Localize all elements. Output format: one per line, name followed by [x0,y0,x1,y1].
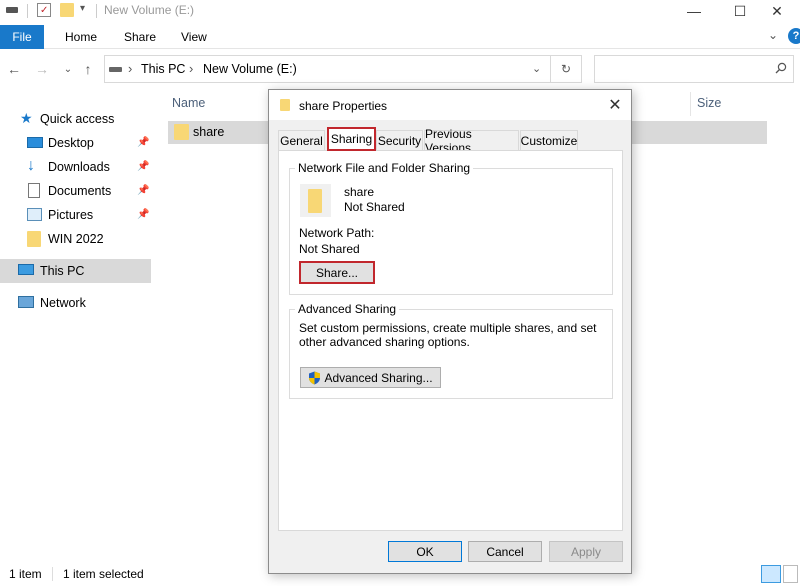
nav-label: Pictures [48,208,94,222]
folder-icon [27,231,41,247]
properties-icon[interactable]: ✓ [37,3,51,17]
downloads-icon: ↓ [27,157,35,174]
tab-view[interactable]: View [175,25,213,49]
refresh-icon[interactable]: ↻ [551,55,582,83]
column-header-name[interactable]: Name [172,96,205,110]
nav-quick-access[interactable]: ★ Quick access [0,107,151,131]
apply-button[interactable]: Apply [549,541,623,562]
nav-item-desktop[interactable]: Desktop 📌 [0,131,151,155]
nav-network[interactable]: Network [0,291,151,315]
pictures-icon [27,208,42,221]
nav-label: This PC [40,264,85,278]
address-dropdown-icon[interactable]: ⌄ [532,62,541,75]
qat-dropdown-icon[interactable]: ▾ [80,3,85,14]
sharing-tab-panel: Network File and Folder Sharing share No… [278,150,623,531]
ribbon-expand-icon[interactable]: ⌄ [768,28,778,42]
nav-item-pictures[interactable]: Pictures 📌 [0,203,151,227]
advanced-sharing-button[interactable]: Advanced Sharing... [300,367,441,388]
details-view-icon[interactable] [761,565,781,583]
ok-button[interactable]: OK [388,541,462,562]
nav-label: Desktop [48,136,94,150]
dialog-close-button[interactable]: ✕ [603,94,627,116]
network-icon [18,296,34,308]
advanced-sharing-description: Set custom permissions, create multiple … [299,321,597,349]
up-arrow-icon[interactable]: ↑ [78,58,98,80]
tab-sharing[interactable]: Sharing [327,127,376,151]
uac-shield-icon [308,371,321,385]
status-item-count: 1 item [9,567,42,581]
nav-item-win-2022[interactable]: WIN 2022 [0,227,151,251]
qat-separator [27,4,28,18]
advanced-sharing-button-label: Advanced Sharing... [324,370,433,385]
new-folder-icon[interactable] [60,3,74,17]
recent-locations-icon[interactable]: ⌄ [58,58,78,80]
tab-customize[interactable]: Customize [520,130,578,150]
nav-item-documents[interactable]: Documents 📌 [0,179,151,203]
drive-icon [109,67,122,72]
tab-security[interactable]: Security [376,130,423,150]
share-button[interactable]: Share... [299,261,375,284]
close-button[interactable]: ✕ [754,0,800,22]
nav-label: Network [40,296,86,310]
folder-share-status: Not Shared [344,200,405,214]
breadcrumb-new-volume[interactable]: New Volume (E:) [203,62,297,76]
tab-share[interactable]: Share [118,25,162,49]
large-icons-view-icon[interactable] [783,565,798,583]
advanced-sharing-group-label: Advanced Sharing [295,302,400,316]
pin-icon: 📌 [137,185,150,196]
network-path-value: Not Shared [299,242,360,256]
pin-icon: 📌 [137,209,150,220]
nav-this-pc[interactable]: This PC [0,259,151,283]
nav-label: Documents [48,184,112,198]
folder-icon [280,99,290,111]
tab-general[interactable]: General [278,130,325,150]
nav-label: Downloads [48,160,110,174]
pin-icon: 📌 [137,161,150,172]
pin-icon: 📌 [137,137,150,148]
column-divider[interactable] [690,92,691,116]
nav-label: Quick access [40,112,115,126]
search-input[interactable] [594,55,794,83]
nav-label: WIN 2022 [48,232,104,246]
desktop-icon [27,137,43,148]
tab-previous-versions[interactable]: Previous Versions [424,127,519,155]
tab-home[interactable]: Home [59,25,103,49]
nav-item-downloads[interactable]: ↓ Downloads 📌 [0,155,151,179]
folder-name: share [344,185,375,199]
folder-icon [174,124,189,140]
column-header-size[interactable]: Size [697,96,721,110]
minimize-button[interactable]: — [671,0,717,22]
network-sharing-group-label: Network File and Folder Sharing [295,161,474,175]
address-bar[interactable]: › This PC › New Volume (E:) ⌄ [104,55,551,83]
search-icon [775,62,787,77]
properties-dialog: share Properties ✕ General Security Prev… [268,89,632,574]
drive-icon [6,7,18,13]
forward-arrow-icon[interactable]: → [32,58,52,80]
help-icon[interactable]: ? [788,28,800,44]
breadcrumb-separator: › [189,61,194,76]
star-icon: ★ [20,110,33,126]
network-path-label: Network Path: [299,226,375,240]
documents-icon [28,183,40,198]
computer-icon [18,264,34,275]
back-arrow-icon[interactable]: ← [4,58,24,80]
breadcrumb-this-pc[interactable]: This PC [141,62,185,76]
window-title: New Volume (E:) [104,3,195,17]
status-divider [52,567,53,581]
qat-separator-2 [96,4,97,18]
file-name: share [193,125,225,139]
breadcrumb-separator: › [128,61,133,76]
status-selected: 1 item selected [63,567,144,581]
cancel-button[interactable]: Cancel [468,541,542,562]
dialog-title: share Properties [299,99,388,113]
shared-folder-icon [300,184,331,217]
file-tab[interactable]: File [0,25,44,49]
